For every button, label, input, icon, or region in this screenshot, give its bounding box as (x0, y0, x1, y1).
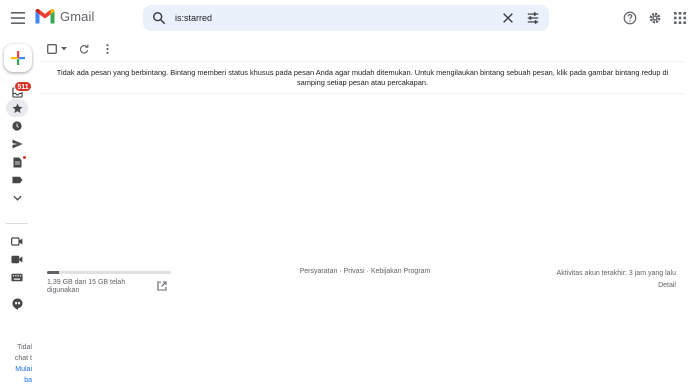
more-vertical-icon (105, 44, 109, 54)
label-icon (11, 176, 23, 184)
caret-down-icon (61, 47, 67, 51)
select-all-dropdown[interactable] (44, 42, 70, 56)
checkbox-icon (47, 44, 57, 54)
nav-more[interactable] (9, 190, 25, 206)
nav-snoozed[interactable] (9, 118, 25, 134)
nav-meet-join[interactable] (9, 251, 25, 267)
footer-links: Persyaratan · Privasi · Kebijakan Progra… (270, 268, 460, 275)
toolbar-divider (40, 61, 685, 62)
refresh-icon (79, 44, 89, 54)
apps-button[interactable] (671, 9, 689, 27)
tune-icon[interactable] (526, 11, 540, 25)
keyboard-icon (11, 273, 23, 281)
nav-hangouts[interactable] (9, 296, 25, 312)
open-in-new-icon[interactable] (157, 281, 167, 291)
drafts-indicator-dot (22, 155, 27, 160)
rail-divider (6, 223, 28, 224)
search-bar (143, 5, 549, 31)
terms-link[interactable]: Persyaratan (300, 268, 338, 275)
empty-starred-message: Tidak ada pesan yang berbintang. Bintang… (56, 68, 669, 87)
chat-promo-line-2: chat t (14, 355, 32, 362)
top-bar: Gmail (0, 0, 700, 36)
nav-sent[interactable] (9, 136, 25, 152)
program-policies-link[interactable]: Kebijakan Program (371, 268, 431, 275)
help-icon (623, 11, 637, 25)
details-link[interactable]: Detail (506, 280, 676, 292)
nav-starred[interactable] (6, 99, 28, 117)
nav-labels[interactable] (9, 172, 25, 188)
privacy-link[interactable]: Privasi (344, 268, 365, 275)
hangouts-icon (11, 298, 23, 310)
hamburger-menu-icon (11, 12, 25, 24)
compose-button[interactable] (4, 44, 32, 72)
storage-text: 1,39 GB dari 15 GB telah digunakan (47, 279, 126, 294)
chevron-down-icon (12, 195, 22, 201)
storage-bar (47, 271, 171, 274)
nav-meet-new[interactable] (9, 233, 25, 249)
draft-icon (13, 157, 21, 167)
storage-usage: 1,39 GB dari 15 GB telah digunakan (47, 271, 172, 295)
send-icon (12, 139, 22, 149)
search-input[interactable] (175, 9, 475, 27)
help-button[interactable] (621, 9, 639, 27)
apps-grid-icon (674, 12, 686, 24)
account-activity: Aktivitas akun terakhir: 3 jam yang lalu… (506, 268, 676, 292)
inbox-unread-badge: 511 (14, 81, 32, 92)
settings-button[interactable] (646, 9, 664, 27)
app-name: Gmail (60, 9, 95, 24)
video-camera-outline-icon (11, 236, 23, 246)
nav-keyboard[interactable] (9, 269, 25, 285)
plus-icon (11, 51, 25, 65)
gmail-m-icon (35, 8, 55, 24)
chat-promo-link-line-2[interactable]: ba (0, 375, 32, 386)
star-icon (12, 103, 22, 113)
main-menu-button[interactable] (6, 6, 30, 30)
chat-promo-line-1: Tidal (17, 344, 32, 351)
close-icon[interactable] (501, 11, 515, 25)
gear-icon (649, 12, 661, 24)
gmail-logo[interactable]: Gmail (34, 8, 94, 25)
storage-bar-fill (47, 271, 59, 274)
refresh-button[interactable] (77, 42, 91, 56)
list-toolbar (40, 38, 690, 60)
message-divider (40, 93, 685, 94)
video-camera-icon (11, 255, 23, 263)
more-options-button[interactable] (100, 42, 114, 56)
last-activity-text: Aktivitas akun terakhir: 3 jam yang lalu (556, 270, 676, 277)
clock-icon (12, 121, 22, 131)
search-icon[interactable] (152, 11, 166, 25)
chat-promo-link-line-1[interactable]: Mulai (0, 364, 32, 375)
chat-promo: Tidal chat t Mulai ba (0, 342, 32, 386)
